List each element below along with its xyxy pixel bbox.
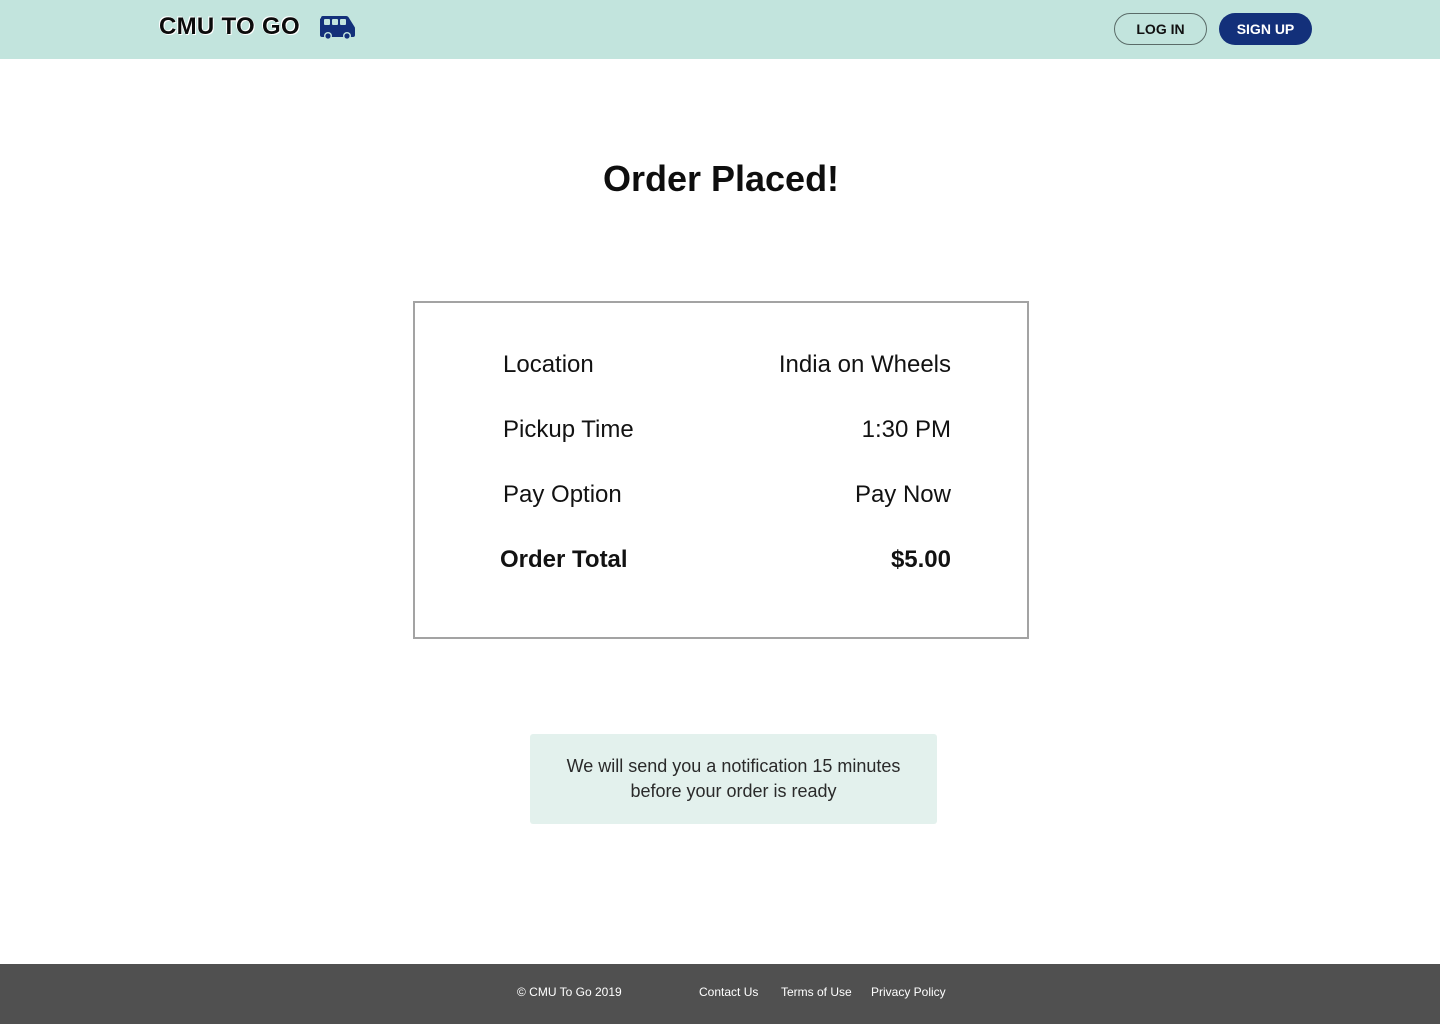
- notification-message: We will send you a notification 15 minut…: [530, 734, 937, 824]
- order-row-value: 1:30 PM: [861, 416, 951, 443]
- signup-button[interactable]: SIGN UP: [1219, 13, 1312, 45]
- order-row-value: India on Wheels: [778, 351, 951, 378]
- order-total-value: $5.00: [890, 546, 951, 573]
- order-summary-card: Location India on Wheels Pickup Time 1:3…: [413, 301, 1029, 639]
- page-title: Order Placed!: [602, 158, 840, 199]
- order-row-pay-option: Pay Option Pay Now: [503, 481, 951, 511]
- footer-link-contact-us[interactable]: Contact Us: [699, 985, 758, 999]
- order-row-label: Pay Option: [503, 481, 622, 508]
- van-icon: [320, 16, 355, 40]
- order-row-value: Pay Now: [854, 481, 951, 508]
- order-row-total: Order Total $5.00: [500, 546, 951, 576]
- login-button[interactable]: LOG IN: [1114, 13, 1207, 45]
- footer-copyright: © CMU To Go 2019: [517, 985, 622, 999]
- order-row-label: Pickup Time: [503, 416, 634, 443]
- top-nav-bar: CMU TO GO LOG IN SIGN UP: [0, 0, 1440, 59]
- order-row-location: Location India on Wheels: [503, 351, 951, 381]
- order-row-label: Location: [503, 351, 594, 378]
- footer: © CMU To Go 2019 Contact Us Terms of Use…: [0, 964, 1440, 1024]
- order-total-label: Order Total: [500, 546, 628, 573]
- footer-link-privacy-policy[interactable]: Privacy Policy: [871, 985, 946, 999]
- order-row-pickup-time: Pickup Time 1:30 PM: [503, 416, 951, 446]
- brand-logo-text[interactable]: CMU TO GO: [159, 13, 300, 41]
- page: CMU TO GO LOG IN SIGN UP Order Placed! L…: [0, 0, 1440, 1024]
- footer-link-terms-of-use[interactable]: Terms of Use: [781, 985, 852, 999]
